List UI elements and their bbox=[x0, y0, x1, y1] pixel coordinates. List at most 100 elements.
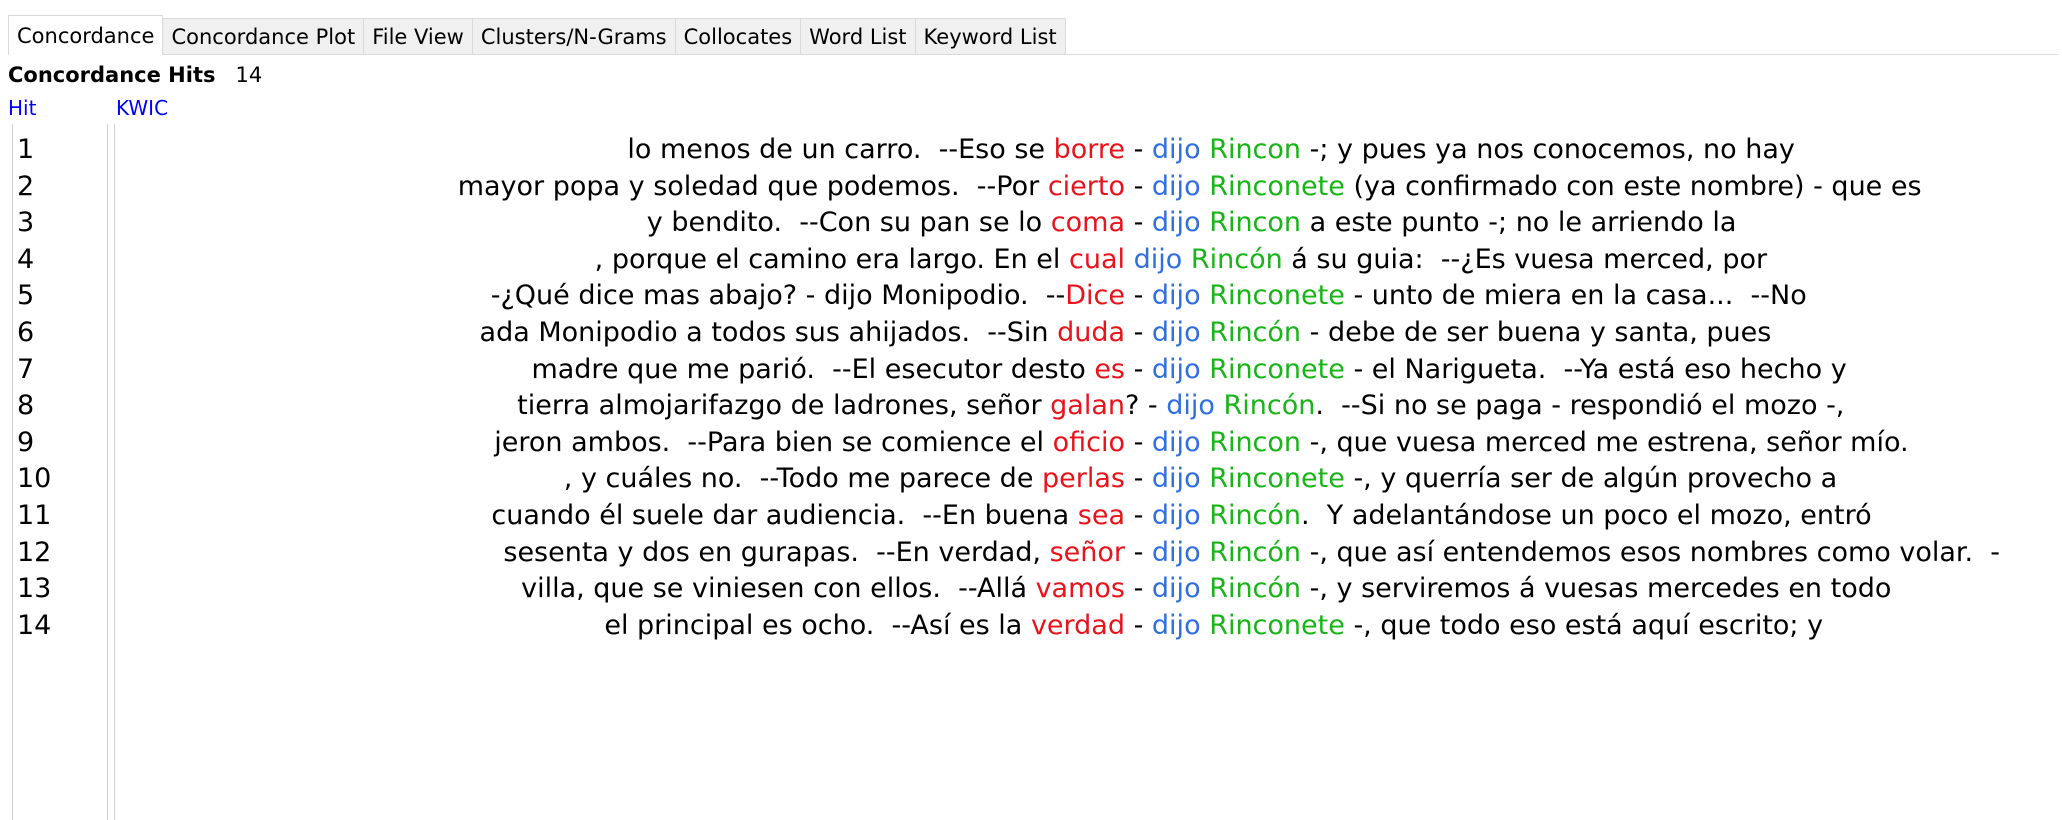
concordance-hits-label: Concordance Hits bbox=[8, 63, 216, 87]
speaker-name: Rincón bbox=[1209, 317, 1302, 348]
left-context: jeron ambos. --Para bien se comience el bbox=[494, 426, 1053, 458]
collocate-dijo: dijo bbox=[1151, 353, 1201, 385]
speaker-name: Rincon bbox=[1209, 207, 1302, 239]
tab-bar: Concordance Concordance Plot File View C… bbox=[8, 14, 2058, 55]
kwic-column[interactable]: lo menos de un carro. --Eso se borre - d… bbox=[114, 124, 2062, 820]
speaker-name: Rinconete bbox=[1209, 353, 1345, 385]
collocate-dijo: dijo bbox=[1133, 243, 1183, 275]
search-term: vamos bbox=[1035, 573, 1125, 605]
left-context: mayor popa y soledad que podemos. --Por bbox=[457, 170, 1048, 202]
left-context: ada Monipodio a todos sus ahijados. --Si… bbox=[479, 317, 1058, 348]
column-header-kwic[interactable]: KWIC bbox=[116, 94, 168, 122]
separator: - bbox=[1125, 463, 1152, 495]
left-context: sesenta y dos en gurapas. --En verdad, bbox=[503, 536, 1050, 568]
speaker-name: Rinconete bbox=[1209, 463, 1345, 495]
left-context: el principal es ocho. --Así es la bbox=[604, 609, 1031, 641]
speaker-name: Rincón bbox=[1209, 500, 1302, 531]
speaker-name: Rinconete bbox=[1209, 609, 1345, 641]
left-context: y bendito. --Con su pan se lo bbox=[646, 207, 1051, 239]
speaker-name: Rincon bbox=[1209, 426, 1302, 458]
collocate-dijo: dijo bbox=[1151, 170, 1201, 202]
collocate-dijo: dijo bbox=[1151, 573, 1201, 605]
concordance-row[interactable]: el principal es ocho. --Así es la verdad… bbox=[115, 602, 2062, 650]
right-context-text: (ya confirmado con este nombre) - que es bbox=[1344, 170, 1922, 202]
right-context-text: - debe de ser buena y santa, pues bbox=[1301, 317, 1772, 348]
separator: ? - bbox=[1125, 390, 1167, 422]
separator: - bbox=[1125, 170, 1152, 202]
separator: - bbox=[1125, 207, 1152, 239]
left-context: -¿Qué dice mas abajo? - dijo Monipodio. … bbox=[490, 280, 1066, 312]
collocate-dijo: dijo bbox=[1151, 500, 1201, 531]
tab-keyword-list[interactable]: Keyword List bbox=[914, 18, 1066, 54]
separator: - bbox=[1125, 353, 1152, 385]
tab-concordance[interactable]: Concordance bbox=[8, 15, 164, 55]
tab-collocates[interactable]: Collocates bbox=[674, 18, 802, 54]
search-term: cual bbox=[1068, 243, 1125, 275]
search-term: es bbox=[1094, 353, 1125, 385]
left-context: tierra almojarifazgo de ladrones, señor bbox=[517, 390, 1051, 422]
speaker-name: Rincón bbox=[1209, 536, 1302, 568]
separator: - bbox=[1125, 426, 1152, 458]
search-term: verdad bbox=[1030, 609, 1125, 641]
right-context-text: - el Narigueta. --Ya está eso hecho y bbox=[1344, 353, 1847, 385]
speaker-name: Rincón bbox=[1223, 390, 1316, 422]
speaker-name: Rinconete bbox=[1209, 170, 1345, 202]
collocate-dijo: dijo bbox=[1151, 426, 1201, 458]
search-term: cierto bbox=[1047, 170, 1125, 202]
separator: - bbox=[1125, 573, 1152, 605]
left-context: madre que me parió. --El esecutor desto bbox=[531, 353, 1095, 385]
collocate-dijo: dijo bbox=[1151, 609, 1201, 641]
collocate-dijo: dijo bbox=[1151, 317, 1201, 348]
speaker-name: Rincón bbox=[1190, 243, 1283, 275]
search-term: sea bbox=[1077, 500, 1125, 531]
tab-file-view[interactable]: File View bbox=[363, 18, 473, 54]
search-term: coma bbox=[1050, 207, 1125, 239]
tab-concordance-plot[interactable]: Concordance Plot bbox=[162, 18, 365, 54]
collocate-dijo: dijo bbox=[1151, 463, 1201, 495]
tab-word-list[interactable]: Word List bbox=[800, 18, 916, 54]
search-term: duda bbox=[1057, 317, 1125, 348]
hit-number: 14 bbox=[17, 609, 52, 641]
left-context: , y cuáles no. --Todo me parece de bbox=[563, 463, 1043, 495]
left-context: , porque el camino era largo. En el bbox=[594, 243, 1069, 275]
tab-clusters-ngrams[interactable]: Clusters/N-Grams bbox=[471, 18, 676, 54]
collocate-dijo: dijo bbox=[1151, 280, 1201, 312]
right-context: - dijo Rinconete -, que todo eso está aq… bbox=[1125, 602, 1824, 650]
right-context-text: . --Si no se paga - respondió el mozo -, bbox=[1315, 390, 1845, 422]
hit-number-column[interactable]: 1 2 3 4 5 6 7 8 9 10 11 12 13 14 bbox=[12, 124, 108, 820]
left-context-with-keyword: el principal es ocho. --Así es la verdad bbox=[604, 602, 1125, 650]
separator: - bbox=[1125, 134, 1152, 165]
right-context-text: -, y serviremos á vuesas mercedes en tod… bbox=[1301, 573, 1892, 605]
search-term: galan bbox=[1050, 390, 1125, 422]
speaker-name: Rinconete bbox=[1209, 280, 1345, 312]
separator: - bbox=[1125, 500, 1152, 531]
separator: - bbox=[1125, 280, 1152, 312]
search-term: Dice bbox=[1065, 280, 1125, 312]
collocate-dijo: dijo bbox=[1166, 390, 1215, 422]
left-context: villa, que se viniesen con ellos. --Allá bbox=[521, 573, 1036, 605]
search-term: oficio bbox=[1052, 426, 1125, 458]
speaker-name: Rincon bbox=[1209, 134, 1302, 165]
right-context-text: . Y adelantándose un poco el mozo, entró bbox=[1301, 500, 1872, 531]
search-term: perlas bbox=[1042, 463, 1125, 495]
speaker-name: Rincón bbox=[1209, 573, 1302, 605]
left-context: lo menos de un carro. --Eso se bbox=[627, 134, 1054, 165]
collocate-dijo: dijo bbox=[1151, 207, 1201, 239]
column-header-hit[interactable]: Hit bbox=[8, 94, 36, 122]
separator bbox=[1125, 244, 1134, 275]
separator: - bbox=[1125, 536, 1152, 568]
right-context-text: - unto de miera en la casa... --No bbox=[1344, 280, 1807, 312]
